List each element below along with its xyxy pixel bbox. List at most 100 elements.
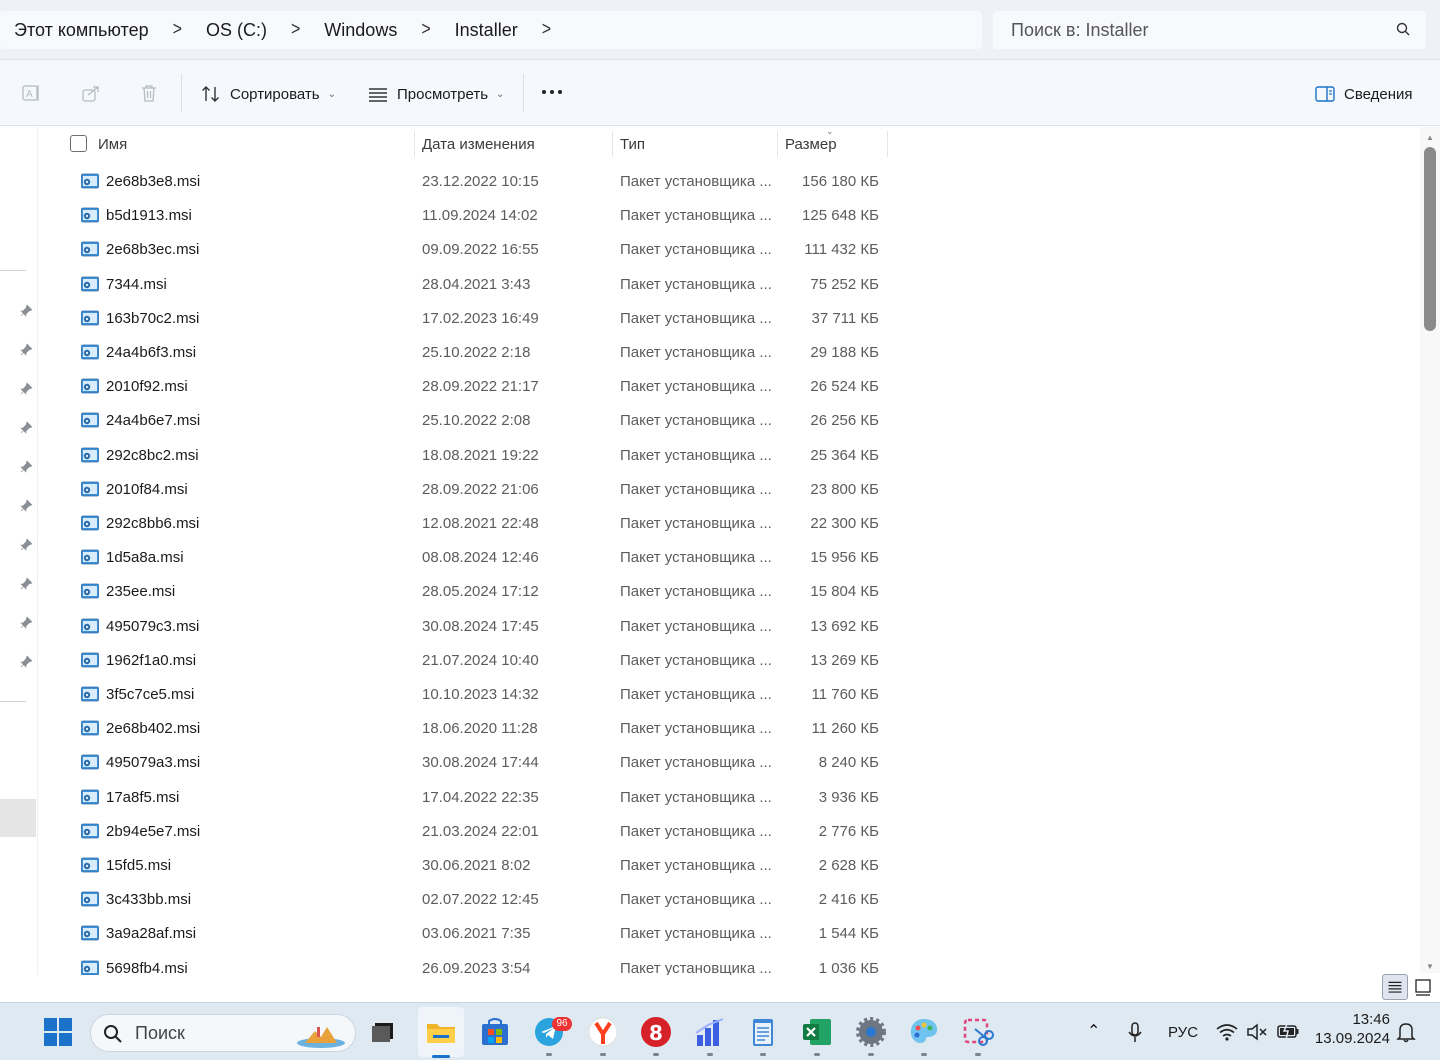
scroll-up-icon[interactable]: ▲: [1426, 133, 1434, 142]
sort-button[interactable]: Сортировать ⌄: [200, 80, 336, 108]
column-divider[interactable]: [414, 131, 415, 157]
file-list[interactable]: Имя Дата изменения Тип ⌄ Размер 2e68b3e8…: [38, 127, 1420, 975]
delete-icon[interactable]: [138, 82, 160, 104]
breadcrumb-item-drive-c[interactable]: OS (C:): [206, 20, 267, 41]
file-row[interactable]: 2b94e5e7.msi 21.03.2024 22:01 Пакет устано…: [38, 815, 1420, 849]
breadcrumb[interactable]: Этот компьютер > OS (C:) > Windows > Ins…: [0, 11, 982, 49]
pin-icon[interactable]: [20, 577, 33, 590]
file-name: 3a9a28af.msi: [106, 925, 197, 943]
file-size: 22 300 КБ: [810, 515, 879, 532]
view-button[interactable]: Просмотреть ⌄: [367, 80, 504, 108]
file-row[interactable]: 235ee.msi 28.05.2024 17:12 Пакет установщи…: [38, 575, 1420, 609]
scroll-down-icon[interactable]: ▼: [1426, 962, 1434, 971]
file-row[interactable]: 15fd5.msi 30.06.2021 8:02 Пакет установщик…: [38, 849, 1420, 883]
select-all-checkbox[interactable]: [70, 135, 87, 152]
clock[interactable]: 13:46 13.09.2024: [1310, 1011, 1390, 1047]
breadcrumb-chevron-icon[interactable]: >: [542, 19, 551, 41]
column-divider[interactable]: [777, 131, 778, 157]
yandex-browser-icon[interactable]: [586, 1015, 620, 1049]
file-row[interactable]: 24a4b6e7.msi 25.10.2022 2:08 Пакет установ…: [38, 404, 1420, 438]
breadcrumb-item-windows[interactable]: Windows: [324, 20, 397, 41]
file-type: Пакет установщика ...: [620, 651, 772, 669]
file-explorer-icon[interactable]: [424, 1015, 458, 1049]
volume-muted-icon[interactable]: [1246, 1023, 1268, 1041]
start-icon[interactable]: [41, 1015, 75, 1049]
view-list-icon: [369, 88, 387, 102]
pin-icon[interactable]: [20, 343, 33, 356]
pin-icon[interactable]: [20, 382, 33, 395]
share-icon[interactable]: [80, 82, 102, 104]
column-header-type[interactable]: Тип: [620, 136, 645, 153]
file-row[interactable]: 7344.msi 28.04.2021 3:43 Пакет установщика…: [38, 268, 1420, 302]
column-header-date[interactable]: Дата изменения: [422, 136, 535, 153]
settings-icon[interactable]: [854, 1015, 888, 1049]
file-row[interactable]: 2010f92.msi 28.09.2022 21:17 Пакет установ…: [38, 370, 1420, 404]
app-8-icon[interactable]: 8: [639, 1015, 673, 1049]
breadcrumb-item-this-pc[interactable]: Этот компьютер: [14, 20, 149, 41]
paint-icon[interactable]: [907, 1015, 941, 1049]
search-input[interactable]: Поиск в: Installer: [1011, 20, 1148, 41]
pin-icon[interactable]: [20, 304, 33, 317]
file-row[interactable]: 5698fb4.msi 26.09.2023 3:54 Пакет установщ…: [38, 952, 1420, 975]
wifi-icon[interactable]: [1216, 1023, 1238, 1041]
task-view-icon[interactable]: [366, 1015, 400, 1049]
large-icons-view-icon[interactable]: [1410, 974, 1436, 1000]
pin-icon[interactable]: [20, 460, 33, 473]
msi-package-icon: [81, 378, 99, 394]
breadcrumb-chevron-icon[interactable]: >: [173, 19, 182, 41]
taskbar-search-box[interactable]: Поиск: [90, 1014, 356, 1052]
pin-icon[interactable]: [20, 616, 33, 629]
chart-app-icon[interactable]: [693, 1015, 727, 1049]
file-row[interactable]: 24a4b6f3.msi 25.10.2022 2:18 Пакет установ…: [38, 336, 1420, 370]
breadcrumb-chevron-icon[interactable]: >: [421, 19, 430, 41]
search-box[interactable]: Поиск в: Installer: [993, 11, 1426, 49]
excel-icon[interactable]: [800, 1015, 834, 1049]
file-type: Пакет установщика ...: [620, 959, 772, 975]
details-pane-button[interactable]: Сведения: [1314, 80, 1413, 108]
rename-icon[interactable]: A: [20, 82, 42, 104]
file-row[interactable]: 1962f1a0.msi 21.07.2024 10:40 Пакет устано…: [38, 644, 1420, 678]
store-icon[interactable]: [478, 1015, 512, 1049]
column-header-size[interactable]: Размер: [785, 136, 837, 153]
microphone-icon[interactable]: [1127, 1022, 1143, 1044]
file-row[interactable]: 2010f84.msi 28.09.2022 21:06 Пакет установ…: [38, 473, 1420, 507]
notepad-icon[interactable]: [746, 1015, 780, 1049]
search-icon[interactable]: [1396, 22, 1410, 36]
vertical-scrollbar[interactable]: ▲ ▼: [1420, 127, 1440, 975]
breadcrumb-item-installer[interactable]: Installer: [455, 20, 518, 41]
snipping-tool-icon[interactable]: [961, 1015, 995, 1049]
file-row[interactable]: 2e68b3ec.msi 09.09.2022 16:55 Пакет устано…: [38, 233, 1420, 267]
scrollbar-thumb[interactable]: [1424, 147, 1436, 331]
pin-icon[interactable]: [20, 421, 33, 434]
file-row[interactable]: 495079c3.msi 30.08.2024 17:45 Пакет устано…: [38, 610, 1420, 644]
column-divider[interactable]: [887, 131, 888, 157]
more-options-icon[interactable]: [542, 90, 562, 94]
file-row[interactable]: 2e68b3e8.msi 23.12.2022 10:15 Пакет устано…: [38, 165, 1420, 199]
notifications-bell-icon[interactable]: [1396, 1021, 1416, 1043]
file-row[interactable]: 3a9a28af.msi 03.06.2021 7:35 Пакет установ…: [38, 917, 1420, 951]
pin-icon[interactable]: [20, 655, 33, 668]
pin-icon[interactable]: [20, 538, 33, 551]
language-indicator[interactable]: РУС: [1168, 1024, 1198, 1041]
file-row[interactable]: 3f5c7ce5.msi 10.10.2023 14:32 Пакет устано…: [38, 678, 1420, 712]
column-header-name[interactable]: Имя: [98, 136, 127, 153]
show-hidden-icons-icon[interactable]: ⌃: [1087, 1021, 1100, 1041]
file-row[interactable]: 292c8bc2.msi 18.08.2021 19:22 Пакет устано…: [38, 439, 1420, 473]
pin-icon[interactable]: [20, 499, 33, 512]
file-row[interactable]: b5d1913.msi 11.09.2024 14:02 Пакет установ…: [38, 199, 1420, 233]
file-row[interactable]: 1d5a8a.msi 08.08.2024 12:46 Пакет установщ…: [38, 541, 1420, 575]
file-name: 5698fb4.msi: [106, 959, 188, 975]
details-view-icon[interactable]: [1382, 974, 1408, 1000]
clock-date: 13.09.2024: [1314, 1030, 1390, 1047]
breadcrumb-chevron-icon[interactable]: >: [291, 19, 300, 41]
file-row[interactable]: 3c433bb.msi 02.07.2022 12:45 Пакет установ…: [38, 883, 1420, 917]
navigation-pane[interactable]: [0, 127, 38, 975]
file-row[interactable]: 163b70c2.msi 17.02.2023 16:49 Пакет устано…: [38, 302, 1420, 336]
battery-charging-icon[interactable]: [1276, 1021, 1300, 1041]
file-row[interactable]: 2e68b402.msi 18.06.2020 11:28 Пакет устано…: [38, 712, 1420, 746]
file-row[interactable]: 495079a3.msi 30.08.2024 17:44 Пакет устано…: [38, 746, 1420, 780]
file-row[interactable]: 292c8bb6.msi 12.08.2021 22:48 Пакет устано…: [38, 507, 1420, 541]
nav-selected-item[interactable]: [0, 799, 36, 837]
column-divider[interactable]: [612, 131, 613, 157]
file-row[interactable]: 17a8f5.msi 17.04.2022 22:35 Пакет установщ…: [38, 781, 1420, 815]
